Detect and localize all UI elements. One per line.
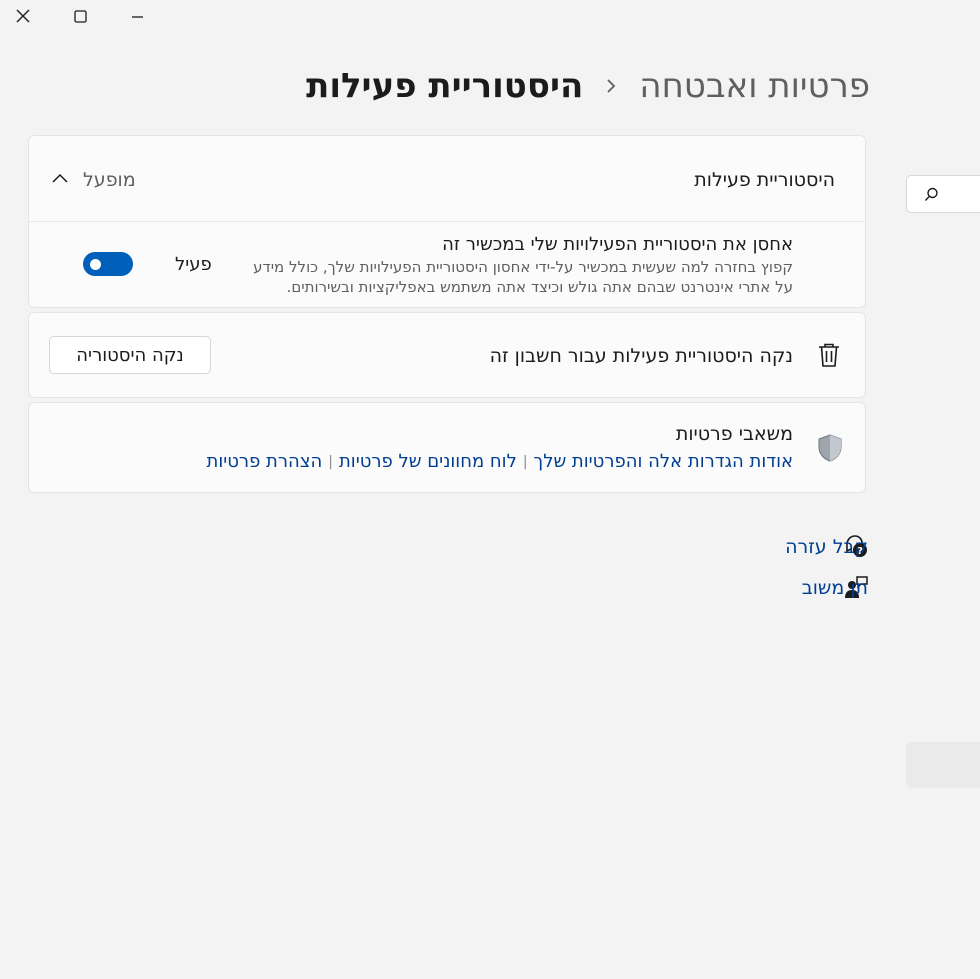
privacy-link-dashboard[interactable]: לוח מחוונים של פרטיות [339, 451, 517, 472]
toggle-knob [90, 259, 101, 270]
minimize-button[interactable] [114, 0, 160, 32]
search-icon [924, 187, 938, 201]
privacy-resources-title: משאבי פרטיות [675, 423, 793, 445]
store-history-title: אחסן את היסטוריית הפעילויות שלי במכשיר ז… [442, 234, 793, 255]
expander-title: היסטוריית פעילות [694, 169, 835, 191]
privacy-link-statement[interactable]: הצהרת פרטיות [207, 451, 323, 472]
store-history-description: קפוץ בחזרה למה שעשית במכשיר על-ידי אחסון… [253, 258, 793, 296]
close-button[interactable] [0, 0, 46, 32]
activity-history-expander-header[interactable]: היסטוריית פעילות מופעל [29, 136, 865, 222]
maximize-icon [73, 9, 87, 23]
activity-history-card: היסטוריית פעילות מופעל אחסן את היסטוריית… [28, 135, 866, 308]
sidebar-search-input[interactable] [906, 175, 980, 213]
chevron-up-icon[interactable] [51, 170, 69, 188]
maximize-button[interactable] [57, 0, 103, 32]
link-divider: | [522, 453, 528, 470]
sidebar-selected-item[interactable] [906, 742, 980, 788]
privacy-link-about[interactable]: אודות הגדרות אלה והפרטיות שלך [534, 451, 793, 472]
shield-icon [818, 434, 842, 462]
get-help-link[interactable]: קבל עזרה [785, 536, 868, 558]
expander-status: מופעל [83, 169, 136, 191]
breadcrumb-parent[interactable]: פרטיות ואבטחה [639, 66, 870, 106]
privacy-resources-card: משאבי פרטיות אודות הגדרות אלה והפרטיות ש… [28, 402, 866, 493]
trash-icon [819, 343, 839, 367]
store-history-toggle[interactable] [83, 252, 133, 276]
privacy-links: אודות הגדרות אלה והפרטיות שלך | לוח מחוו… [207, 451, 794, 472]
page-title: היסטוריית פעילות [306, 66, 584, 106]
minimize-icon [131, 15, 143, 18]
clear-history-title: נקה היסטוריית פעילות עבור חשבון זה [489, 345, 793, 367]
toggle-state-label: פעיל [175, 254, 212, 275]
close-icon [16, 9, 30, 23]
breadcrumb: פרטיות ואבטחה היסטוריית פעילות [306, 66, 870, 106]
clear-history-button[interactable]: נקה היסטוריה [49, 336, 211, 374]
give-feedback-link[interactable]: תן משוב [802, 577, 868, 599]
link-divider: | [328, 453, 333, 470]
clear-history-card: נקה היסטוריית פעילות עבור חשבון זה נקה ה… [28, 312, 866, 398]
chevron-right-icon [605, 78, 617, 94]
